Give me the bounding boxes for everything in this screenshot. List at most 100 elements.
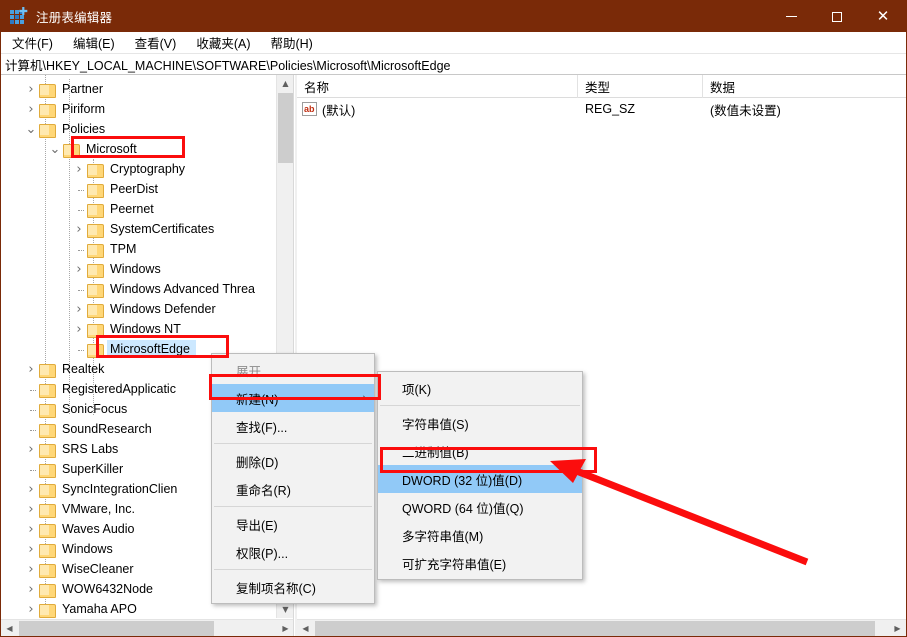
menu-item[interactable]: DWORD (32 位)值(D) <box>378 465 582 493</box>
folder-icon <box>39 103 56 118</box>
table-row[interactable]: ab (默认) REG_SZ (数值未设置) <box>297 98 906 120</box>
menu-file[interactable]: 文件(F) <box>3 31 62 55</box>
menu-item[interactable]: 字符串值(S) <box>378 409 582 437</box>
tree-leaf-marker[interactable] <box>23 401 39 417</box>
chevron-right-icon[interactable]: › <box>23 101 39 117</box>
tree-leaf-marker[interactable] <box>71 201 87 217</box>
tree-item[interactable]: › Cryptography <box>1 159 277 179</box>
menu-favorites[interactable]: 收藏夹(A) <box>187 31 259 55</box>
tree-leaf-marker[interactable] <box>23 381 39 397</box>
window-controls: ✕ <box>768 1 906 32</box>
tree-item[interactable]: ⌄ Policies <box>1 119 277 139</box>
menu-edit[interactable]: 编辑(E) <box>64 31 124 55</box>
values-column-header: 名称 类型 数据 <box>297 75 906 98</box>
column-header-type[interactable]: 类型 <box>578 75 703 98</box>
tree-item[interactable]: TPM <box>1 239 277 259</box>
tree-item[interactable]: Peernet <box>1 199 277 219</box>
scroll-thumb[interactable] <box>19 621 214 636</box>
context-menu[interactable]: 展开 新建(N) › 查找(F)... 删除(D) 重命名(R) 导出(E) 权限(P)...… <box>211 353 375 604</box>
tree-item[interactable]: › Windows NT <box>1 319 277 339</box>
folder-icon <box>87 243 104 258</box>
column-header-name[interactable]: 名称 <box>297 75 578 98</box>
tree-item-label: Cryptography <box>110 162 186 176</box>
menu-item[interactable]: 项(K) <box>378 374 582 402</box>
chevron-right-icon[interactable]: › <box>23 581 39 597</box>
tree-item[interactable]: › Windows Defender <box>1 299 277 319</box>
tree-item[interactable]: › Piriform <box>1 99 277 119</box>
folder-icon <box>39 463 56 478</box>
tree-leaf-marker[interactable] <box>71 181 87 197</box>
address-bar[interactable]: 计算机\HKEY_LOCAL_MACHINE\SOFTWARE\Policies… <box>1 54 906 75</box>
tree-item[interactable]: › Windows <box>1 259 277 279</box>
chevron-right-icon[interactable]: › <box>23 561 39 577</box>
tree-leaf-marker[interactable] <box>71 341 87 357</box>
chevron-down-icon[interactable]: ⌄ <box>23 121 39 137</box>
scroll-right-arrow[interactable]: ▶ <box>277 620 293 636</box>
menu-item-label: 可扩充字符串值(E) <box>402 557 507 572</box>
menu-item[interactable]: 权限(P)... <box>212 538 374 566</box>
folder-icon <box>39 603 56 618</box>
menu-item[interactable]: 二进制值(B) <box>378 437 582 465</box>
chevron-right-icon[interactable]: › <box>71 261 87 277</box>
new-submenu[interactable]: 项(K) 字符串值(S) 二进制值(B) DWORD (32 位)值(D) QWORD … <box>377 371 583 580</box>
menu-item[interactable]: 删除(D) <box>212 447 374 475</box>
menu-item[interactable]: 新建(N) › <box>212 384 374 412</box>
chevron-right-icon[interactable]: › <box>23 361 39 377</box>
tree-item-label: WOW6432Node <box>62 582 154 596</box>
folder-icon <box>87 283 104 298</box>
tree-item-label: SoundResearch <box>62 422 152 436</box>
maximize-button[interactable] <box>814 1 860 32</box>
tree-leaf-marker[interactable] <box>23 461 39 477</box>
tree-leaf-marker[interactable] <box>71 241 87 257</box>
scroll-up-arrow[interactable]: ▲ <box>277 75 293 92</box>
folder-icon <box>87 343 104 358</box>
menu-item[interactable]: 导出(E) <box>212 510 374 538</box>
tree-item[interactable]: PeerDist <box>1 179 277 199</box>
chevron-right-icon[interactable]: › <box>23 441 39 457</box>
minimize-button[interactable] <box>768 1 814 32</box>
close-button[interactable]: ✕ <box>860 1 906 32</box>
menu-view[interactable]: 查看(V) <box>126 31 186 55</box>
scroll-thumb[interactable] <box>278 93 293 163</box>
tree-item[interactable]: › Partner <box>1 79 277 99</box>
tree-horizontal-scrollbar[interactable]: ◀ ▶ <box>1 619 293 636</box>
chevron-right-icon[interactable]: › <box>71 321 87 337</box>
tree-item-label: Windows <box>110 262 161 276</box>
menu-bar: 文件(F) 编辑(E) 查看(V) 收藏夹(A) 帮助(H) <box>1 32 906 54</box>
chevron-right-icon[interactable]: › <box>23 601 39 617</box>
menu-item-label: 导出(E) <box>236 518 278 533</box>
tree-item[interactable]: › SystemCertificates <box>1 219 277 239</box>
chevron-down-icon[interactable]: ⌄ <box>47 141 63 157</box>
chevron-right-icon[interactable]: › <box>23 521 39 537</box>
tree-item-label: RegisteredApplicatic <box>62 382 176 396</box>
column-header-data[interactable]: 数据 <box>703 75 906 98</box>
chevron-right-icon[interactable]: › <box>23 481 39 497</box>
menu-item[interactable]: 复制项名称(C) <box>212 573 374 601</box>
scroll-left-arrow[interactable]: ◀ <box>297 620 314 636</box>
scroll-left-arrow[interactable]: ◀ <box>1 620 18 636</box>
chevron-right-icon[interactable]: › <box>71 161 87 177</box>
tree-item[interactable]: Windows Advanced Threa <box>1 279 277 299</box>
chevron-right-icon[interactable]: › <box>71 301 87 317</box>
tree-item-label: SuperKiller <box>62 462 124 476</box>
chevron-right-icon[interactable]: › <box>71 221 87 237</box>
menu-item[interactable]: 可扩充字符串值(E) <box>378 549 582 577</box>
folder-icon <box>39 543 56 558</box>
menu-help[interactable]: 帮助(H) <box>261 31 321 55</box>
tree-item[interactable]: ⌄ Microsoft <box>1 139 277 159</box>
scroll-right-arrow[interactable]: ▶ <box>889 620 906 636</box>
menu-item[interactable]: 查找(F)... <box>212 412 374 440</box>
menu-item[interactable]: 多字符串值(M) <box>378 521 582 549</box>
registry-path: 计算机\HKEY_LOCAL_MACHINE\SOFTWARE\Policies… <box>5 58 451 73</box>
chevron-right-icon[interactable]: › <box>23 81 39 97</box>
tree-leaf-marker[interactable] <box>71 281 87 297</box>
chevron-right-icon[interactable]: › <box>23 501 39 517</box>
scroll-thumb[interactable] <box>315 621 875 636</box>
chevron-right-icon[interactable]: › <box>23 541 39 557</box>
menu-item[interactable]: QWORD (64 位)值(Q) <box>378 493 582 521</box>
folder-icon <box>39 503 56 518</box>
values-horizontal-scrollbar[interactable]: ◀ ▶ <box>297 619 906 636</box>
title-bar: ✚ 注册表编辑器 ✕ <box>1 1 906 32</box>
tree-leaf-marker[interactable] <box>23 421 39 437</box>
menu-item[interactable]: 重命名(R) <box>212 475 374 503</box>
